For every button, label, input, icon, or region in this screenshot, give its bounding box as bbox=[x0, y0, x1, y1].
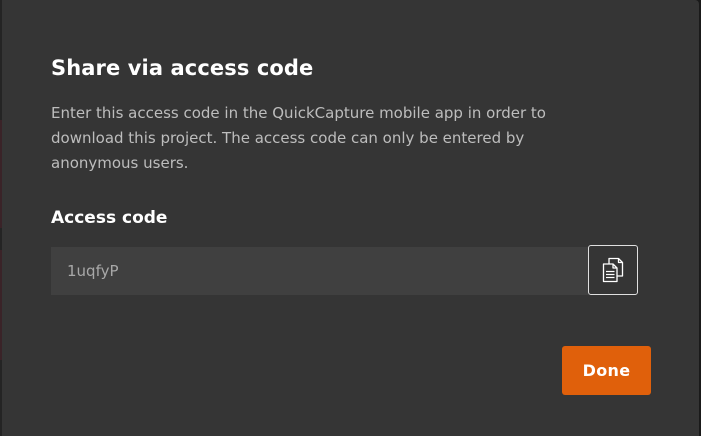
dialog-description: Enter this access code in the QuickCaptu… bbox=[51, 104, 546, 172]
access-code-label: Access code bbox=[51, 208, 168, 228]
share-access-code-dialog: Share via access code Enter this access … bbox=[2, 0, 699, 436]
access-code-field[interactable] bbox=[51, 247, 589, 295]
copy-icon bbox=[601, 257, 625, 283]
copy-access-code-button[interactable] bbox=[588, 245, 638, 295]
dialog-title: Share via access code bbox=[51, 56, 314, 80]
done-button[interactable]: Done bbox=[562, 346, 651, 395]
